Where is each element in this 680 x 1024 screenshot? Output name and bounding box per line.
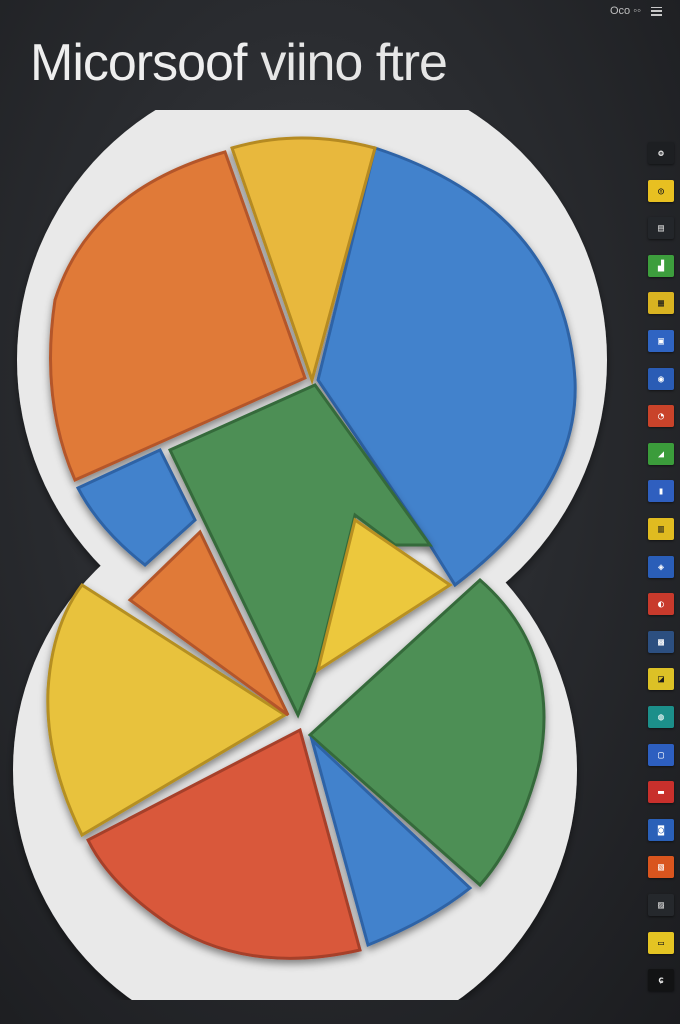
app-tile-15-icon[interactable]: ◪ bbox=[648, 668, 674, 690]
app-tile-9-icon[interactable]: ◢ bbox=[648, 443, 674, 465]
app-tile-4-icon[interactable]: ▟ bbox=[648, 255, 674, 277]
page-title-light: viino ftre bbox=[260, 34, 448, 92]
app-tile-14-glyph: ▩ bbox=[657, 636, 665, 648]
app-tile-3-icon[interactable]: ▤ bbox=[648, 217, 674, 239]
app-tile-2-icon[interactable]: ◎ bbox=[648, 180, 674, 202]
app-tile-10-icon[interactable]: ▮ bbox=[648, 480, 674, 502]
app-tile-14-icon[interactable]: ▩ bbox=[648, 631, 674, 653]
app-tile-7-glyph: ◉ bbox=[657, 373, 665, 385]
pie-logo-illustration bbox=[13, 110, 607, 1000]
app-tile-16-icon[interactable]: ◍ bbox=[648, 706, 674, 728]
app-tile-11-icon[interactable]: ▥ bbox=[648, 518, 674, 540]
app-tile-12-icon[interactable]: ◈ bbox=[648, 556, 674, 578]
app-tile-10-glyph: ▮ bbox=[657, 485, 665, 497]
app-tile-21-glyph: ▨ bbox=[657, 899, 665, 911]
app-tile-23-glyph: ɕ bbox=[657, 974, 665, 986]
menu-icon[interactable] bbox=[651, 6, 662, 16]
app-tile-19-icon[interactable]: ◙ bbox=[648, 819, 674, 841]
app-tile-5-glyph: ▦ bbox=[657, 297, 665, 309]
app-tile-11-glyph: ▥ bbox=[657, 523, 665, 535]
app-tile-6-glyph: ▣ bbox=[657, 335, 665, 347]
app-tile-5-icon[interactable]: ▦ bbox=[648, 292, 674, 314]
app-tile-2-glyph: ◎ bbox=[657, 185, 665, 197]
app-tile-20-icon[interactable]: ▧ bbox=[648, 856, 674, 878]
top-status-bar: Oco ◦◦ bbox=[610, 4, 662, 18]
app-tile-17-glyph: ▢ bbox=[657, 749, 665, 761]
app-tile-6-icon[interactable]: ▣ bbox=[648, 330, 674, 352]
app-tile-1-icon[interactable]: ʘ bbox=[648, 142, 674, 164]
top-status-text: Oco ◦◦ bbox=[609, 5, 641, 17]
app-tile-13-icon[interactable]: ◐ bbox=[648, 593, 674, 615]
app-tile-1-glyph: ʘ bbox=[657, 147, 665, 159]
app-tile-22-icon[interactable]: ▭ bbox=[648, 932, 674, 954]
app-tile-21-icon[interactable]: ▨ bbox=[648, 894, 674, 916]
app-tile-4-glyph: ▟ bbox=[657, 260, 665, 272]
page-title: Micorsoof viino ftre bbox=[30, 30, 448, 100]
app-tile-22-glyph: ▭ bbox=[657, 937, 665, 949]
app-tile-3-glyph: ▤ bbox=[657, 222, 665, 234]
app-tile-20-glyph: ▧ bbox=[657, 861, 665, 873]
app-tile-23-icon[interactable]: ɕ bbox=[648, 969, 674, 991]
app-tile-8-glyph: ◔ bbox=[657, 410, 665, 422]
app-tile-13-glyph: ◐ bbox=[657, 598, 665, 610]
page-title-bold: Micorsoof bbox=[30, 34, 247, 92]
app-tile-9-glyph: ◢ bbox=[657, 448, 665, 460]
app-tile-15-glyph: ◪ bbox=[657, 673, 665, 685]
app-tile-16-glyph: ◍ bbox=[657, 711, 665, 723]
app-tile-8-icon[interactable]: ◔ bbox=[648, 405, 674, 427]
app-tile-17-icon[interactable]: ▢ bbox=[648, 744, 674, 766]
app-tile-7-icon[interactable]: ◉ bbox=[648, 368, 674, 390]
app-tile-18-glyph: ▬ bbox=[657, 786, 665, 798]
app-tile-18-icon[interactable]: ▬ bbox=[648, 781, 674, 803]
app-tile-12-glyph: ◈ bbox=[657, 561, 665, 573]
app-tile-19-glyph: ◙ bbox=[657, 824, 665, 836]
